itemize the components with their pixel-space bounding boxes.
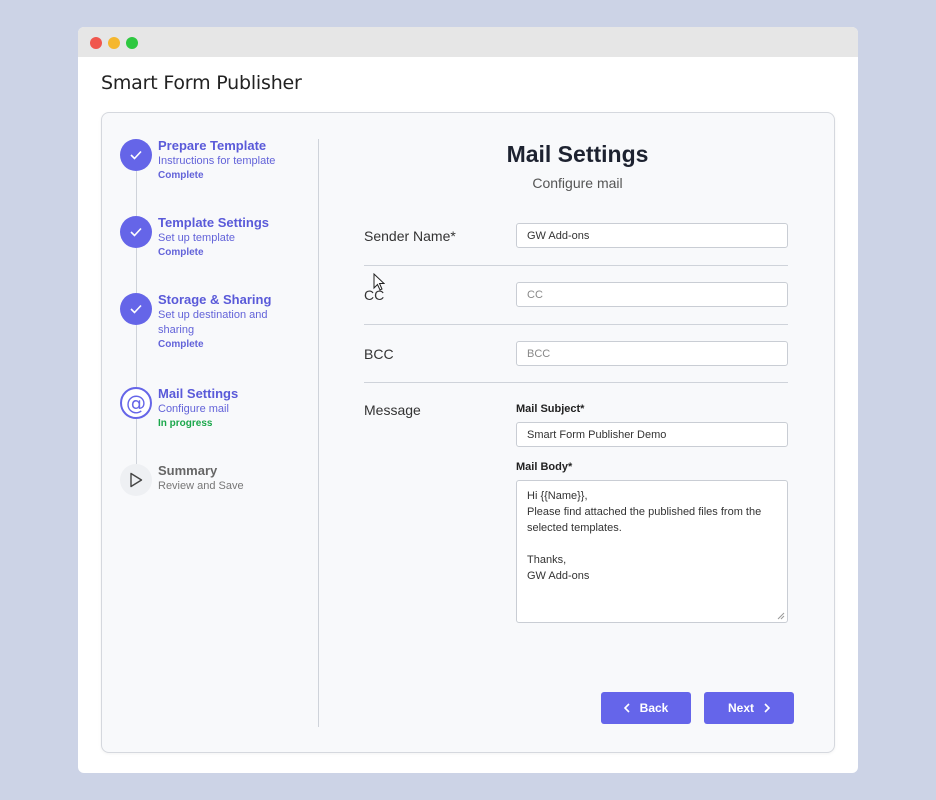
step-status: Complete <box>158 247 204 258</box>
step-status: Complete <box>158 339 204 350</box>
next-button-label: Next <box>727 701 754 715</box>
wizard-card: Prepare Template Instructions for templa… <box>101 112 835 753</box>
step-subtitle: Configure mail <box>158 403 229 415</box>
browser-window: Smart Form Publisher Prepare Template In… <box>78 27 858 773</box>
step-connector <box>136 419 137 464</box>
step-connector <box>136 171 137 219</box>
mail-settings-panel: Mail Settings Configure mail Sender Name… <box>319 113 834 752</box>
row-divider <box>364 265 788 266</box>
bcc-input[interactable]: BCC <box>516 341 788 366</box>
maximize-window-dot[interactable] <box>126 37 138 49</box>
window-titlebar <box>78 27 858 57</box>
step-status: Complete <box>158 170 204 181</box>
back-button-label: Back <box>639 701 669 715</box>
mail-body-line: GW Add-ons <box>527 570 590 582</box>
step-subtitle: Instructions for template <box>158 155 276 167</box>
mail-body-textarea[interactable]: Hi {{Name}}, Please find attached the pu… <box>516 480 788 623</box>
sender-name-label: Sender Name* <box>364 228 456 244</box>
check-icon <box>120 293 152 325</box>
mail-subject-label: Mail Subject* <box>516 403 585 415</box>
row-divider <box>364 324 788 325</box>
play-icon <box>120 464 152 496</box>
step-subtitle: Set up destination and sharing <box>158 309 268 336</box>
step-subtitle: Set up template <box>158 232 236 244</box>
mail-body-label: Mail Body* <box>516 461 573 473</box>
resize-handle-icon[interactable] <box>777 612 785 620</box>
sender-name-input[interactable]: GW Add-ons <box>516 223 788 248</box>
stepper: Prepare Template Instructions for templa… <box>102 113 318 752</box>
check-icon <box>120 216 152 248</box>
step-title: Mail Settings <box>158 386 239 401</box>
step-connector <box>136 325 137 395</box>
step-status: In progress <box>158 418 213 429</box>
cc-input[interactable]: CC <box>516 282 788 307</box>
step-title: Template Settings <box>158 215 270 230</box>
mail-body-line: Hi {{Name}}, <box>527 490 588 502</box>
mail-body-line: Thanks, <box>527 554 567 566</box>
step-subtitle: Review and Save <box>158 480 244 492</box>
back-button[interactable]: Back <box>601 692 691 724</box>
check-icon <box>120 139 152 171</box>
chevron-left-icon <box>623 703 630 713</box>
mouse-cursor-icon <box>373 273 385 291</box>
mail-subject-input[interactable]: Smart Form Publisher Demo <box>516 422 788 447</box>
mail-body-line: Please find attached the published files… <box>527 506 762 518</box>
close-window-dot[interactable] <box>90 37 102 49</box>
page-title: Mail Settings <box>506 141 649 167</box>
next-button[interactable]: Next <box>704 692 794 724</box>
message-label: Message <box>364 402 421 418</box>
row-divider <box>364 382 788 383</box>
page-subtitle: Configure mail <box>532 175 623 191</box>
chevron-right-icon <box>764 703 770 713</box>
step-title: Storage & Sharing <box>158 292 272 307</box>
step-title: Prepare Template <box>158 138 267 153</box>
minimize-window-dot[interactable] <box>108 37 120 49</box>
at-sign-icon: @ <box>120 387 152 419</box>
mail-body-line: selected templates. <box>527 522 622 534</box>
step-title: Summary <box>158 463 218 478</box>
app-title: Smart Form Publisher <box>101 72 302 94</box>
step-connector <box>136 248 137 296</box>
bcc-label: BCC <box>364 346 394 362</box>
mail-body-line <box>527 536 777 552</box>
